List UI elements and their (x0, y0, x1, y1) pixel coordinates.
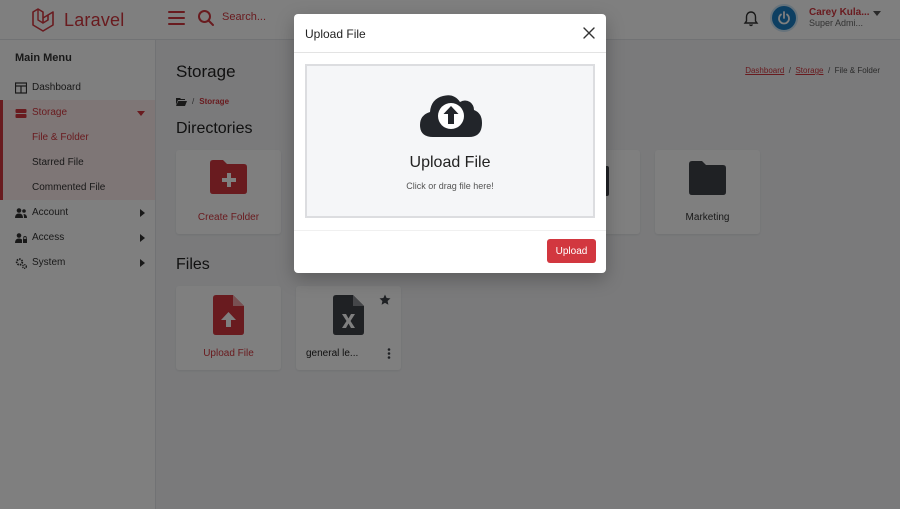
upload-button[interactable]: Upload (547, 239, 596, 263)
close-icon[interactable] (582, 26, 596, 40)
file-dropzone[interactable]: Upload File Click or drag file here! (305, 64, 595, 218)
dropzone-hint: Click or drag file here! (406, 181, 494, 191)
modal-footer-divider (294, 230, 606, 231)
modal-title: Upload File (305, 27, 366, 41)
modal-divider (294, 52, 606, 53)
cloud-upload-icon (420, 95, 482, 137)
dropzone-title: Upload File (409, 154, 491, 171)
upload-file-modal: Upload File Upload File Click or drag fi… (294, 14, 606, 273)
